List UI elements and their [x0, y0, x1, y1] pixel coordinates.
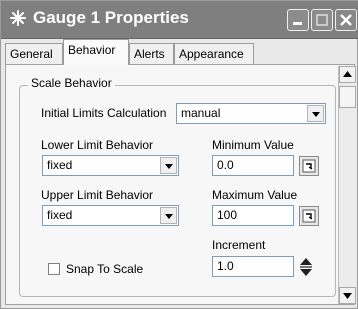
upper-limit-value: fixed: [47, 208, 73, 222]
chevron-down-icon: [165, 164, 173, 169]
increment-text: 1.0: [217, 259, 234, 273]
upper-limit-dropdown-button[interactable]: [160, 207, 177, 224]
initial-limits-value: manual: [181, 106, 221, 120]
close-icon: [340, 14, 352, 26]
chevron-up-icon: [343, 71, 352, 77]
increment-label: Increment: [212, 238, 266, 252]
minimize-icon: [293, 22, 302, 25]
initial-limits-label: Initial Limits Calculation: [41, 106, 167, 120]
maximum-value-text: 100: [217, 208, 238, 222]
tab-behavior[interactable]: Behavior: [63, 39, 129, 65]
group-label: Scale Behavior: [28, 76, 115, 90]
vertical-scrollbar[interactable]: [338, 66, 356, 304]
maximum-value-label: Maximum Value: [212, 188, 298, 202]
upper-limit-label: Upper Limit Behavior: [41, 188, 154, 202]
minimize-button[interactable]: [287, 9, 309, 31]
picker-icon: [302, 159, 316, 173]
chevron-down-icon: [165, 214, 173, 219]
scroll-thumb[interactable]: [339, 86, 356, 108]
lower-limit-value: fixed: [47, 158, 73, 172]
minimum-value-field[interactable]: 0.0: [212, 155, 294, 176]
minimum-value-label: Minimum Value: [212, 138, 294, 152]
snap-to-scale-checkbox[interactable]: [48, 263, 60, 275]
maximum-value-field[interactable]: 100: [212, 205, 294, 226]
maximize-icon: [316, 14, 328, 26]
upper-limit-dropdown[interactable]: fixed: [42, 205, 179, 226]
maximum-value-picker-button[interactable]: [299, 206, 319, 226]
chevron-down-icon: [312, 112, 320, 117]
maximize-button[interactable]: [311, 9, 333, 31]
picker-icon: [302, 209, 316, 223]
increment-spinner[interactable]: [297, 256, 315, 278]
window-title: Gauge 1 Properties: [33, 8, 189, 27]
scroll-up-button[interactable]: [339, 66, 356, 83]
initial-limits-dropdown-button[interactable]: [307, 105, 324, 122]
lower-limit-label: Lower Limit Behavior: [41, 138, 154, 152]
scroll-down-button[interactable]: [339, 287, 356, 304]
properties-dialog: Gauge 1 Properties General Behavior Aler…: [0, 0, 358, 309]
lower-limit-dropdown-button[interactable]: [160, 157, 177, 174]
title-bar[interactable]: Gauge 1 Properties: [1, 1, 358, 39]
minimum-value-text: 0.0: [217, 158, 234, 172]
snap-to-scale-label: Snap To Scale: [66, 262, 144, 276]
tab-general[interactable]: General: [5, 43, 63, 64]
close-button[interactable]: [335, 9, 357, 31]
lower-limit-dropdown[interactable]: fixed: [42, 155, 179, 176]
tab-appearance[interactable]: Appearance: [174, 43, 254, 64]
chevron-down-icon: [343, 293, 352, 299]
initial-limits-dropdown[interactable]: manual: [176, 103, 326, 124]
asterisk-icon: [10, 10, 26, 26]
increment-field[interactable]: 1.0: [212, 256, 294, 277]
minimum-value-picker-button[interactable]: [299, 156, 319, 176]
tab-alerts[interactable]: Alerts: [129, 43, 174, 64]
